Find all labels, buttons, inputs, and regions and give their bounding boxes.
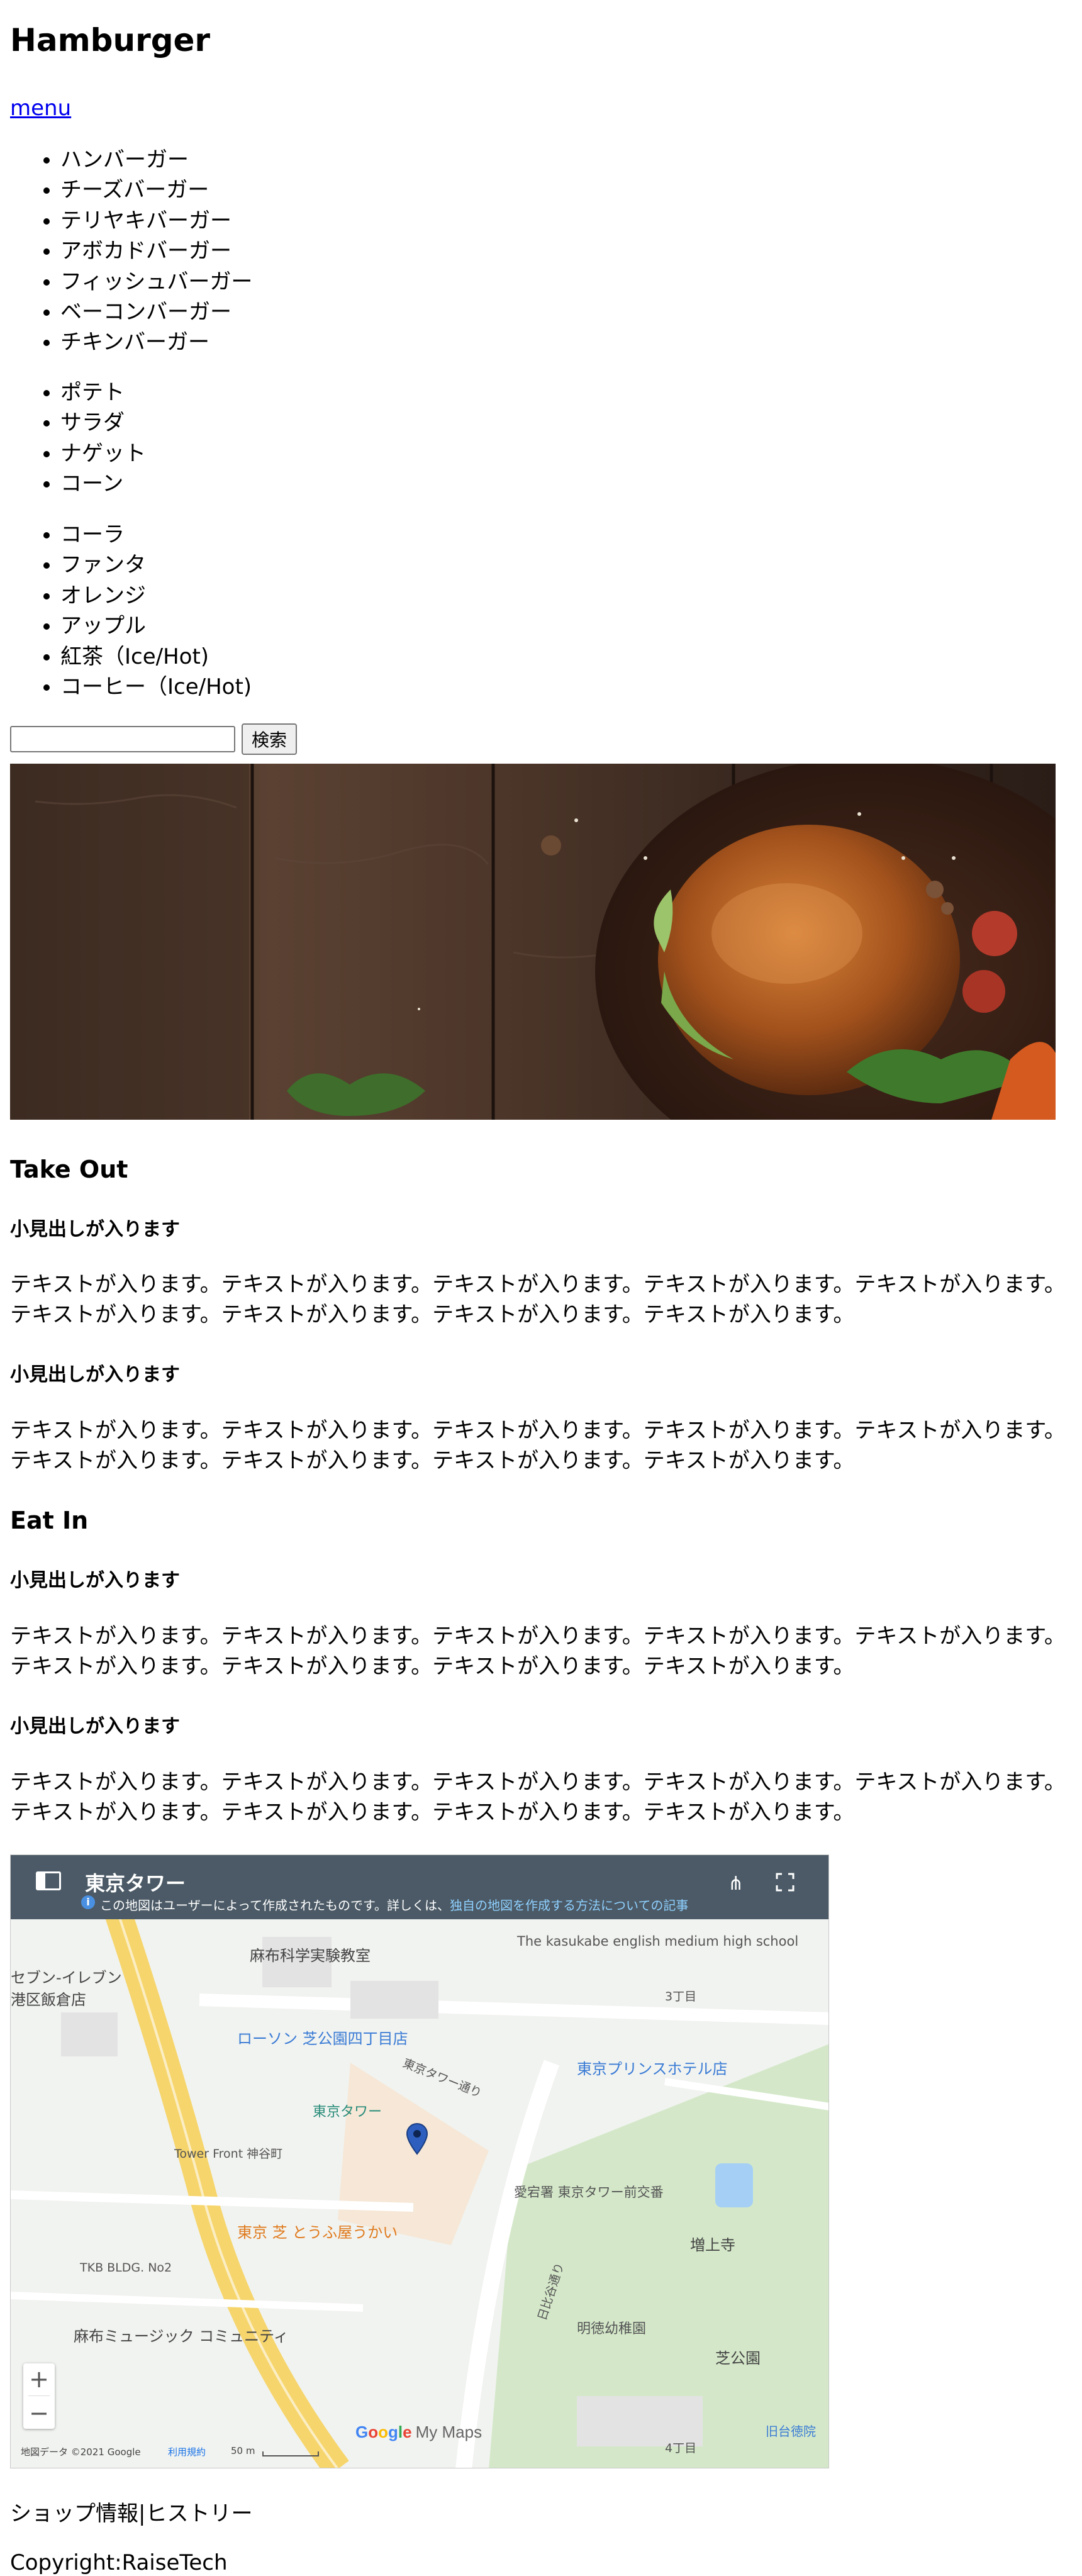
map-place-label[interactable]: 愛宕署 東京タワー前交番 [514, 2182, 664, 2201]
zoom-divider [28, 2395, 50, 2396]
search-form: 検索 [10, 723, 298, 755]
map-attribution: 地図データ ©2021 Google [21, 2446, 141, 2458]
burger-photo [10, 764, 1056, 1120]
google-my-maps-logo: Google My Maps [355, 2423, 482, 2441]
eatin-subheading: 小見出しが入ります [10, 1570, 180, 1592]
map-place-label[interactable]: 港区飯倉店 [11, 1987, 86, 2009]
map-place-label[interactable]: 東京プリンスホテル店 [577, 2056, 728, 2078]
menu-item: コーン [60, 469, 146, 499]
map-place-label[interactable]: 東京タワー [313, 2100, 382, 2121]
menu-item: ポテト [60, 377, 146, 408]
menu-item: ベーコンバーガー [60, 297, 252, 327]
map-title: 東京タワー [85, 1871, 186, 1895]
map-place-label[interactable]: 麻布ミュージック コミュニティ [74, 2324, 289, 2346]
takeout-subheading: 小見出しが入ります [10, 1218, 180, 1241]
hero-burger-image [10, 764, 1056, 1120]
burger-menu-list: ハンバーガー チーズバーガー テリヤキバーガー アボカドバーガー フィッシュバー… [10, 145, 252, 358]
map-terms-link[interactable]: 利用規約 [168, 2445, 206, 2458]
map-area-label: 3丁目 [665, 1990, 697, 2004]
map-place-label[interactable]: セブン-イレブン [11, 1965, 122, 1987]
menu-item: サラダ [60, 408, 146, 438]
eatin-heading: Eat In [10, 1507, 89, 1534]
map-legend-panel-icon[interactable] [36, 1871, 61, 1890]
map-notice-link[interactable]: 独自の地図を作成する方法についての記事 [450, 1898, 688, 1913]
search-button[interactable]: 検索 [242, 723, 298, 755]
menu-item: チキンバーガー [60, 327, 252, 357]
fullscreen-icon[interactable] [776, 1873, 795, 1892]
takeout-text: テキストが入ります。テキストが入ります。テキストが入ります。テキストが入ります。… [10, 1418, 1066, 1473]
menu-item: フィッシュバーガー [60, 267, 252, 297]
embedded-map[interactable]: 東京タワー i この地図はユーザーによって作成されたものです。詳しくは、独自の地… [10, 1854, 829, 2468]
footer-nav: ショップ情報|ヒストリー [10, 2501, 252, 2527]
map-notice: この地図はユーザーによって作成されたものです。詳しくは、独自の地図を作成する方法… [100, 1895, 688, 1914]
drink-menu-list: コーラ ファンタ オレンジ アップル 紅茶（Ice/Hot) コーヒー（Ice/… [10, 520, 252, 702]
menu-item: 紅茶（Ice/Hot) [60, 642, 252, 672]
map-notice-text: この地図はユーザーによって作成されたものです。詳しくは、 [100, 1898, 450, 1913]
site-title: Hamburger [10, 22, 211, 59]
side-menu-list: ポテト サラダ ナゲット コーン [10, 377, 146, 499]
share-icon[interactable]: ⋔ [728, 1873, 744, 1895]
map-place-label[interactable]: ローソン 芝公園四丁目店 [237, 2026, 408, 2048]
map-place-label[interactable]: 明徳幼稚園 [577, 2317, 646, 2338]
takeout-heading: Take Out [10, 1156, 128, 1183]
search-input[interactable] [10, 726, 235, 752]
map-place-label[interactable]: TKB BLDG. No2 [80, 2261, 172, 2275]
menu-item: チーズバーガー [60, 175, 252, 205]
map-scale-label: 50 m [231, 2445, 255, 2456]
footer-nav-separator: | [138, 2501, 146, 2526]
map-pin-marker[interactable] [405, 2122, 429, 2155]
menu-item: ハンバーガー [60, 145, 252, 175]
footer-link-history[interactable]: ヒストリー [145, 2501, 252, 2526]
menu-item: アボカドバーガー [60, 236, 252, 266]
eatin-text: テキストが入ります。テキストが入ります。テキストが入ります。テキストが入ります。… [10, 1770, 1066, 1825]
eatin-subheading: 小見出しが入ります [10, 1715, 180, 1737]
info-icon: i [81, 1895, 95, 1909]
menu-item: コーヒー（Ice/Hot) [60, 672, 252, 702]
takeout-text: テキストが入ります。テキストが入ります。テキストが入ります。テキストが入ります。… [10, 1272, 1066, 1327]
menu-item: オレンジ [60, 581, 252, 611]
map-place-label[interactable]: The kasukabe english medium high school [517, 1934, 798, 1949]
menu-item: ファンタ [60, 550, 252, 580]
menu-item: テリヤキバーガー [60, 206, 252, 236]
menu-item: コーラ [60, 520, 252, 550]
map-place-label[interactable]: 旧台徳院 [766, 2421, 816, 2439]
map-area-label: 4丁目 [665, 2441, 697, 2455]
map-place-label[interactable]: 芝公園 [715, 2346, 761, 2368]
map-place-label[interactable]: 麻布科学実験教室 [250, 1943, 371, 1965]
footer-link-shop[interactable]: ショップ情報 [10, 2501, 138, 2526]
map-header-bar: 東京タワー i この地図はユーザーによって作成されたものです。詳しくは、独自の地… [11, 1855, 828, 1919]
map-zoom-control: + − [23, 2363, 55, 2429]
zoom-in-button[interactable]: + [23, 2363, 55, 2395]
map-place-label[interactable]: Tower Front 神谷町 [174, 2144, 282, 2161]
menu-link[interactable]: menu [10, 96, 71, 121]
copyright-text: Copyright:RaiseTech [10, 2550, 228, 2575]
menu-item: アップル [60, 611, 252, 641]
map-place-label[interactable]: 増上寺 [690, 2233, 735, 2255]
zoom-out-button[interactable]: − [23, 2397, 55, 2429]
map-place-label[interactable]: 東京 芝 とうふ屋うかい [237, 2220, 398, 2242]
map-scale-bar [262, 2451, 319, 2456]
eatin-text: テキストが入ります。テキストが入ります。テキストが入ります。テキストが入ります。… [10, 1624, 1066, 1679]
menu-item: ナゲット [60, 438, 146, 469]
takeout-subheading: 小見出しが入ります [10, 1364, 180, 1386]
